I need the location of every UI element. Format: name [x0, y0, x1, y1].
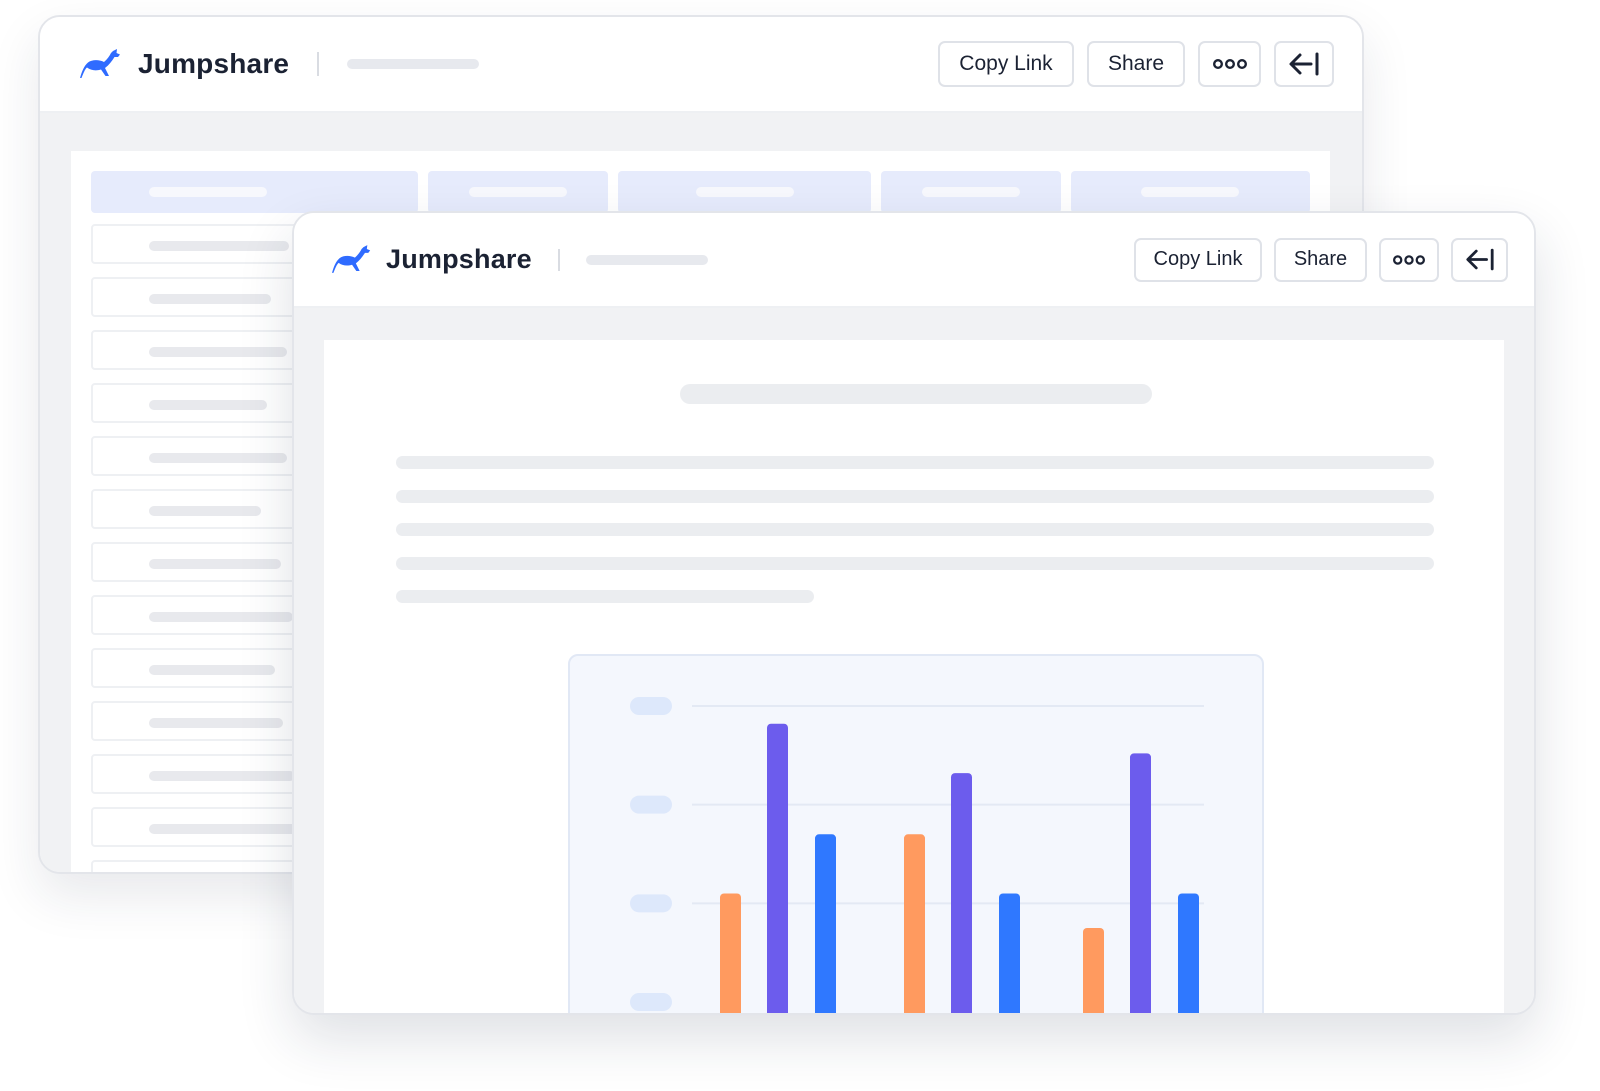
row-text-placeholder	[149, 665, 275, 675]
column-header-cell	[1071, 171, 1310, 213]
arrow-left-bar-icon	[1289, 52, 1319, 76]
text-line-placeholder	[396, 490, 1434, 503]
y-tick-label-placeholder	[630, 993, 672, 1011]
share-button[interactable]: Share	[1274, 237, 1367, 282]
collapse-panel-button[interactable]	[1451, 237, 1508, 282]
bar-series-3-group-2	[999, 893, 1020, 1013]
kangaroo-logo-icon	[332, 245, 371, 273]
bar-series-1-group-2	[904, 834, 925, 1013]
column-header-cell	[91, 171, 418, 213]
row-text-placeholder	[149, 294, 271, 304]
y-tick-label-placeholder	[630, 697, 672, 715]
y-tick-label-placeholder	[630, 795, 672, 814]
bar-series-3-group-1	[815, 834, 836, 1013]
title-separator	[317, 52, 320, 76]
kangaroo-logo-icon	[80, 49, 120, 78]
row-text-placeholder	[149, 347, 287, 357]
row-text-placeholder	[149, 559, 281, 569]
back-titlebar: Jumpshare Copy Link Share	[40, 17, 1362, 113]
brand-name: Jumpshare	[386, 244, 532, 274]
y-tick-label-placeholder	[630, 894, 672, 913]
text-line-placeholder	[396, 456, 1434, 469]
copy-link-button[interactable]: Copy Link	[938, 41, 1074, 87]
row-text-placeholder	[149, 612, 293, 622]
column-header-cell	[881, 171, 1061, 213]
bar-series-1-group-3	[1083, 928, 1104, 1013]
row-text-placeholder	[149, 506, 261, 516]
brand-logo[interactable]: Jumpshare	[80, 48, 289, 80]
header-text-placeholder	[1141, 187, 1239, 197]
file-name-placeholder	[347, 59, 480, 69]
file-name-placeholder	[585, 254, 708, 265]
brand-name: Jumpshare	[138, 48, 290, 79]
document-title-placeholder	[680, 384, 1152, 404]
row-text-placeholder	[149, 718, 283, 728]
header-text-placeholder	[922, 187, 1020, 197]
toolbar-actions: Copy Link Share	[1122, 237, 1508, 282]
copy-link-button[interactable]: Copy Link	[1134, 237, 1262, 282]
brand-logo[interactable]: Jumpshare	[332, 244, 532, 275]
more-dots-icon	[1393, 254, 1425, 265]
more-options-button[interactable]	[1198, 41, 1261, 87]
front-titlebar: Jumpshare Copy Link Share	[294, 213, 1534, 308]
bar-series-2-group-3	[1130, 753, 1151, 1013]
title-separator	[557, 248, 560, 271]
header-text-placeholder	[149, 187, 267, 197]
row-text-placeholder	[149, 824, 299, 834]
bar-series-1-group-1	[720, 893, 741, 1013]
bar-chart	[630, 697, 1204, 1013]
text-line-placeholder	[396, 523, 1434, 536]
collapse-panel-button[interactable]	[1274, 41, 1334, 87]
front-window: Jumpshare Copy Link Share	[292, 211, 1536, 1015]
bar-series-2-group-1	[767, 723, 788, 1013]
toolbar-actions: Copy Link Share	[925, 41, 1334, 87]
more-dots-icon	[1212, 59, 1247, 69]
chart-card	[568, 654, 1264, 1013]
arrow-left-bar-icon	[1465, 248, 1494, 271]
header-text-placeholder	[469, 187, 567, 197]
bar-series-3-group-3	[1178, 893, 1199, 1013]
row-text-placeholder	[149, 400, 267, 410]
text-line-placeholder	[396, 557, 1434, 570]
front-preview-area	[294, 308, 1534, 1013]
column-header-cell	[618, 171, 871, 213]
text-line-placeholder	[396, 590, 814, 603]
more-options-button[interactable]	[1379, 237, 1439, 282]
document-page	[324, 340, 1504, 1013]
share-button[interactable]: Share	[1087, 41, 1185, 87]
header-text-placeholder	[696, 187, 794, 197]
column-header-cell	[428, 171, 608, 213]
row-text-placeholder	[149, 771, 295, 781]
row-text-placeholder	[149, 241, 289, 251]
row-text-placeholder	[149, 453, 287, 463]
bar-series-2-group-2	[951, 773, 972, 1013]
